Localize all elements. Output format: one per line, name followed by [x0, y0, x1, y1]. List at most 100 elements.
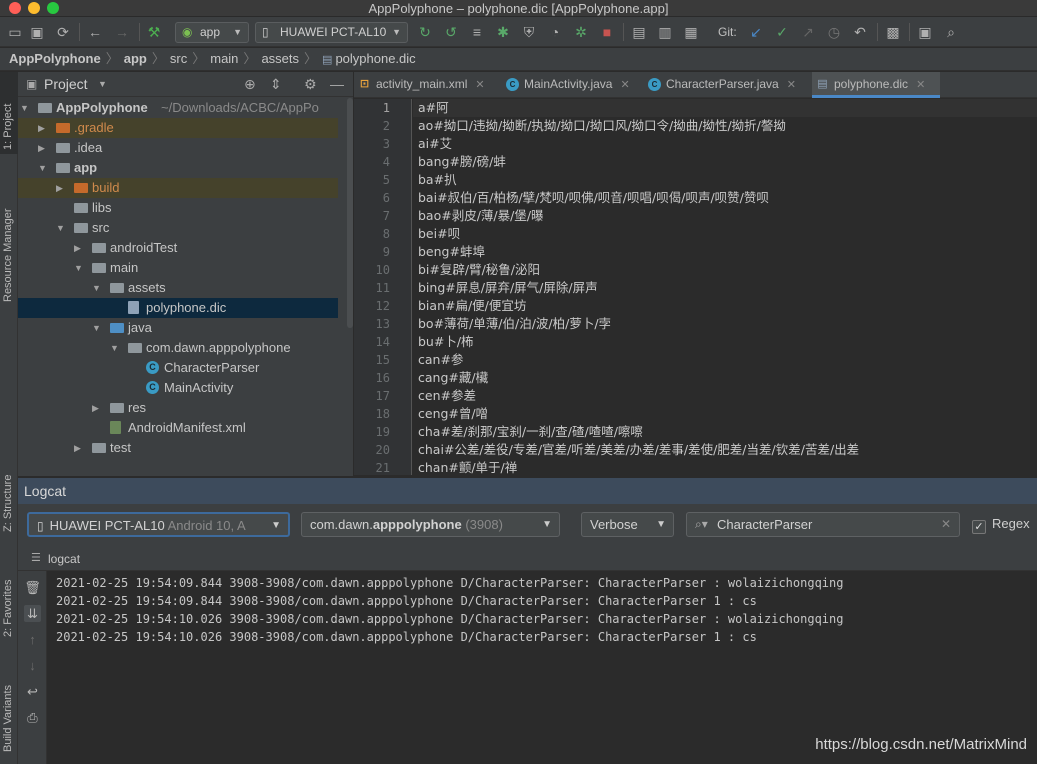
code-line[interactable]: ceng#曾/噌: [413, 405, 1037, 423]
collapse-all-icon[interactable]: ⇕: [270, 76, 282, 93]
tree-item[interactable]: ▶ build: [18, 178, 338, 198]
tab-character-parser-java[interactable]: C CharacterParser.java ✕: [644, 72, 810, 98]
log-line[interactable]: 2021-02-25 19:54:09.844 3908-3908/com.da…: [56, 594, 757, 608]
logcat-level-select[interactable]: Verbose ▼: [581, 512, 674, 537]
sync-icon[interactable]: ⟳: [54, 23, 72, 41]
code-line[interactable]: beng#蚌埠: [413, 243, 1037, 261]
git-commit-check-icon[interactable]: ✓: [773, 23, 791, 41]
profile-icon[interactable]: ◔: [546, 23, 564, 41]
code-editor[interactable]: a#阿 ao#拗口/违拗/拗断/执拗/拗口/拗口风/拗口令/拗曲/拗性/拗折/謷拗…: [413, 99, 1037, 475]
code-line[interactable]: chan#颤/单于/禅: [413, 459, 1037, 475]
chevron-down-icon[interactable]: ▼: [98, 79, 107, 89]
run-config-select[interactable]: ◉ app ▼: [175, 22, 249, 43]
code-line[interactable]: bu#卜/柨: [413, 333, 1037, 351]
resource-manager-tool-tab[interactable]: Resource Manager: [0, 172, 18, 307]
project-structure-folder-icon[interactable]: ▩: [884, 23, 902, 41]
tree-item[interactable]: ▶ .gradle: [18, 118, 338, 138]
breadcrumb-item[interactable]: AppPolyphone: [9, 51, 101, 66]
tree-item[interactable]: C CharacterParser: [18, 358, 338, 378]
tab-activity-main-xml[interactable]: ⊡ activity_main.xml ✕: [354, 72, 502, 98]
chevron-right-icon[interactable]: ▶: [38, 138, 45, 158]
sdk-manager-icon[interactable]: ▥: [656, 23, 674, 41]
logcat-subtab[interactable]: logcat: [48, 552, 80, 566]
code-line[interactable]: cang#藏/欌: [413, 369, 1037, 387]
gear-icon[interactable]: ⚙: [304, 76, 317, 93]
code-line[interactable]: cen#参差: [413, 387, 1037, 405]
tab-main-activity-java[interactable]: C MainActivity.java ✕: [502, 72, 644, 98]
code-line[interactable]: bian#扁/便/便宜坊: [413, 297, 1037, 315]
log-line[interactable]: 2021-02-25 19:54:10.026 3908-3908/com.da…: [56, 612, 843, 626]
chevron-down-icon[interactable]: ▼: [38, 158, 47, 178]
attach-debugger-icon[interactable]: ✲: [572, 23, 590, 41]
chevron-down-icon[interactable]: ▼: [92, 278, 101, 298]
scroll-to-end-icon[interactable]: ⇊: [24, 605, 41, 622]
close-tab-icon[interactable]: ✕: [475, 79, 484, 91]
tree-item[interactable]: AndroidManifest.xml: [18, 418, 338, 438]
project-structure-icon[interactable]: ▦: [682, 23, 700, 41]
breadcrumb-item[interactable]: polyphone.dic: [335, 51, 415, 66]
chevron-down-icon[interactable]: ▼: [110, 338, 119, 358]
code-line[interactable]: can#参: [413, 351, 1037, 369]
tree-item[interactable]: ▼ assets: [18, 278, 338, 298]
locate-target-icon[interactable]: ⊕: [244, 76, 256, 93]
tree-item[interactable]: C MainActivity: [18, 378, 338, 398]
stop-icon[interactable]: ■: [598, 23, 616, 41]
git-update-icon[interactable]: ↙: [747, 23, 765, 41]
logcat-process-select[interactable]: com.dawn.apppolyphone (3908) ▼: [301, 512, 560, 537]
breadcrumb-item[interactable]: assets: [261, 51, 299, 66]
chevron-down-icon[interactable]: ▼: [92, 318, 101, 338]
code-line[interactable]: bai#叔伯/百/柏杨/擘/梵呗/呗佛/呗音/呗唱/呗偈/呗声/呗赞/赞呗: [413, 189, 1037, 207]
project-view-select[interactable]: Project: [44, 76, 88, 92]
tree-item[interactable]: ▼ com.dawn.apppolyphone: [18, 338, 338, 358]
code-line[interactable]: bi#复辟/臂/秘鲁/泌阳: [413, 261, 1037, 279]
code-line[interactable]: ao#拗口/违拗/拗断/执拗/拗口/拗口风/拗口令/拗曲/拗性/拗折/謷拗: [413, 117, 1037, 135]
breadcrumb-item[interactable]: app: [124, 51, 147, 66]
log-line[interactable]: 2021-02-25 19:54:10.026 3908-3908/com.da…: [56, 630, 757, 644]
device-select[interactable]: ▯ HUAWEI PCT-AL10 ▼: [255, 22, 408, 43]
breadcrumb-item[interactable]: src: [170, 51, 187, 66]
soft-wrap-icon[interactable]: ↩: [24, 683, 41, 700]
rollback-icon[interactable]: ↶: [851, 23, 869, 41]
logcat-search-input[interactable]: ⌕▾ CharacterParser ✕: [686, 512, 960, 537]
chevron-down-icon[interactable]: ▼: [74, 258, 83, 278]
tree-item[interactable]: ▶ test: [18, 438, 338, 458]
chevron-right-icon[interactable]: ▶: [74, 438, 81, 458]
tree-item[interactable]: ▶ androidTest: [18, 238, 338, 258]
hide-panel-icon[interactable]: —: [330, 76, 344, 92]
chevron-right-icon[interactable]: ▶: [38, 118, 45, 138]
code-line[interactable]: ai#艾: [413, 135, 1037, 153]
chevron-right-icon[interactable]: ▶: [56, 178, 63, 198]
close-tab-icon[interactable]: ✕: [787, 79, 796, 91]
code-line[interactable]: bo#薄荷/单薄/伯/泊/波/柏/萝卜/孛: [413, 315, 1037, 333]
search-icon[interactable]: ⌕: [942, 23, 960, 41]
close-tab-icon[interactable]: ✕: [916, 79, 925, 91]
coverage-icon[interactable]: ⛨: [520, 23, 538, 41]
avd-manager-icon[interactable]: ▤: [630, 23, 648, 41]
tree-item[interactable]: ▼ java: [18, 318, 338, 338]
code-line[interactable]: cha#差/刹那/宝刹/一刹/查/碴/喳喳/嚓嚓: [413, 423, 1037, 441]
chevron-right-icon[interactable]: ▶: [74, 238, 81, 258]
make-project-hammer-icon[interactable]: ⚒: [145, 23, 163, 41]
chevron-down-icon[interactable]: ▼: [56, 218, 65, 238]
code-line[interactable]: ba#扒: [413, 171, 1037, 189]
tree-item[interactable]: polyphone.dic: [18, 298, 338, 318]
tree-item[interactable]: ▶ res: [18, 398, 338, 418]
git-push-icon[interactable]: ↗: [799, 23, 817, 41]
apply-changes-icon[interactable]: ↻: [416, 23, 434, 41]
open-folder-icon[interactable]: ▭: [6, 23, 24, 41]
logcat-device-select[interactable]: ▯ HUAWEI PCT-AL10 Android 10, A ▼: [27, 512, 290, 537]
tree-item[interactable]: ▼ main: [18, 258, 338, 278]
regex-checkbox[interactable]: ✓ Regex: [972, 516, 1030, 534]
code-line[interactable]: bei#呗: [413, 225, 1037, 243]
terminal-window-icon[interactable]: ▣: [916, 23, 934, 41]
clear-logcat-trash-icon[interactable]: 🗑: [24, 579, 41, 596]
chevron-down-icon[interactable]: ▼: [20, 98, 29, 118]
tree-item[interactable]: ▼ src: [18, 218, 338, 238]
tree-item[interactable]: ▼ AppPolyphone ~/Downloads/ACBC/AppPo: [18, 98, 338, 118]
tab-polyphone-dic[interactable]: ▤ polyphone.dic ✕: [812, 72, 940, 98]
project-tool-tab[interactable]: 1: Project: [0, 72, 18, 154]
tree-item[interactable]: ▶ .idea: [18, 138, 338, 158]
git-history-clock-icon[interactable]: ◷: [825, 23, 843, 41]
project-tree-scrollbar[interactable]: [347, 98, 353, 328]
apply-code-changes-icon[interactable]: ↺: [442, 23, 460, 41]
